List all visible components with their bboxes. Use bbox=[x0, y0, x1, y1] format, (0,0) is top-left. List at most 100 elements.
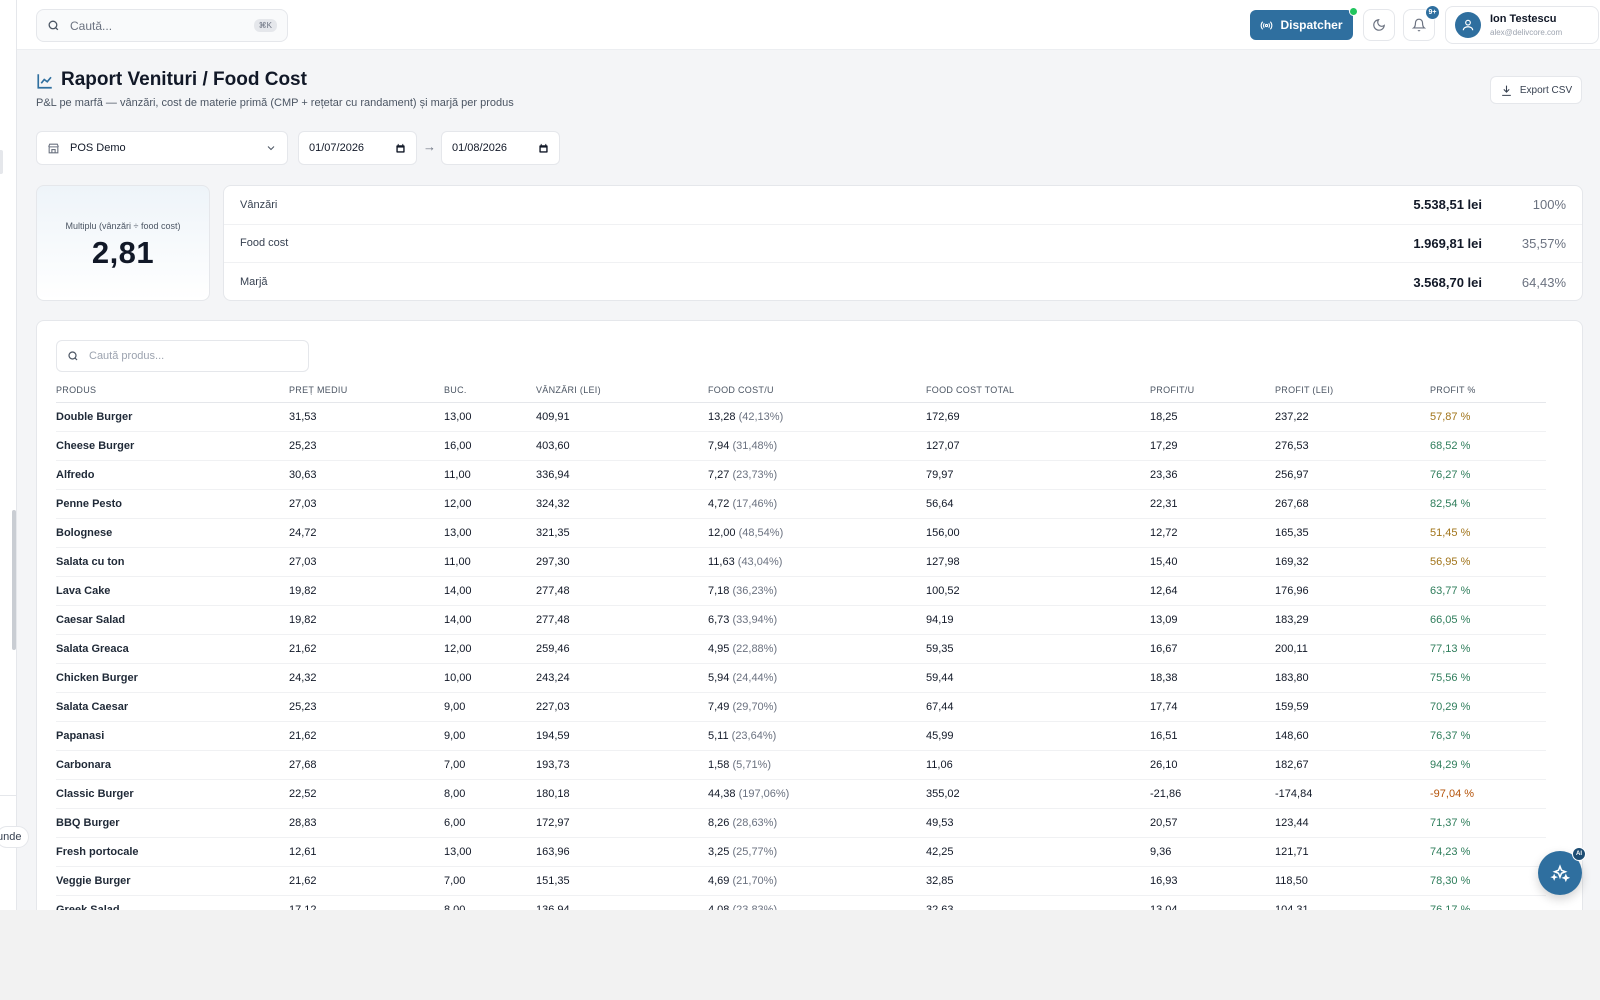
summary-amount: 5.538,51 lei bbox=[1413, 197, 1482, 213]
table-row[interactable]: Alfredo 30,63 11,00 336,94 7,27 (23,73%) 79,9… bbox=[56, 461, 1546, 490]
ai-assistant-button[interactable]: AI bbox=[1538, 847, 1586, 895]
cell-sales: 277,48 bbox=[536, 614, 570, 626]
table-row[interactable]: Carbonara 27,68 7,00 193,73 1,58 (5,71%) 11,0… bbox=[56, 751, 1546, 780]
summary-percent: 35,57% bbox=[1521, 235, 1566, 251]
table-header: PRODUS PREȚ MEDIU BUC. VÂNZĂRI (LEI) FOO… bbox=[56, 383, 1546, 403]
table-row[interactable]: Chicken Burger 24,32 10,00 243,24 5,94 (24,4… bbox=[56, 664, 1546, 693]
cell-profit-percent: 63,77 % bbox=[1430, 585, 1471, 597]
cell-food-cost-unit: 1,58 (5,71%) bbox=[708, 759, 771, 771]
column-header[interactable]: PROFIT/U bbox=[1150, 385, 1194, 395]
pos-select[interactable]: POS Demo bbox=[36, 131, 288, 165]
column-header[interactable]: FOOD COST/U bbox=[708, 385, 774, 395]
cell-food-cost-total: 56,64 bbox=[926, 498, 954, 510]
table-row[interactable]: Veggie Burger 21,62 7,00 151,35 4,69 (21,70%… bbox=[56, 867, 1546, 896]
online-status-dot bbox=[1349, 7, 1358, 16]
user-menu[interactable]: Ion Testescu alex@delivcore.com bbox=[1445, 6, 1599, 44]
table-row[interactable]: Salata Greaca 21,62 12,00 259,46 4,95 (22,88… bbox=[56, 635, 1546, 664]
table-row[interactable]: Papanasi 21,62 9,00 194,59 5,11 (23,64%) 45,9… bbox=[56, 722, 1546, 751]
cell-profit: 148,60 bbox=[1275, 730, 1309, 742]
cell-profit-percent: 66,05 % bbox=[1430, 614, 1471, 626]
export-csv-button[interactable]: Export CSV bbox=[1490, 76, 1582, 104]
cell-qty: 12,00 bbox=[444, 643, 472, 655]
cell-sales: 297,30 bbox=[536, 556, 570, 568]
calendar-icon[interactable] bbox=[538, 143, 549, 154]
table-row[interactable]: Caesar Salad 19,82 14,00 277,48 6,73 (33,94%… bbox=[56, 606, 1546, 635]
moon-icon bbox=[1373, 19, 1385, 31]
sidebar-scrollbar[interactable] bbox=[12, 510, 16, 650]
cell-avg-price: 27,68 bbox=[289, 759, 317, 771]
table-row[interactable]: Cheese Burger 25,23 16,00 403,60 7,94 (31,48… bbox=[56, 432, 1546, 461]
cell-profit-percent: 74,23 % bbox=[1430, 846, 1471, 858]
cell-product: Alfredo bbox=[56, 469, 95, 481]
product-search-input[interactable]: Caută produs... bbox=[56, 340, 309, 372]
cell-sales: 321,35 bbox=[536, 527, 570, 539]
table-row[interactable]: BBQ Burger 28,83 6,00 172,97 8,26 (28,63%) 49… bbox=[56, 809, 1546, 838]
table-row[interactable]: Penne Pesto 27,03 12,00 324,32 4,72 (17,46%)… bbox=[56, 490, 1546, 519]
cell-avg-price: 24,72 bbox=[289, 527, 317, 539]
cell-profit-unit: -21,86 bbox=[1150, 788, 1182, 800]
cell-profit-unit: 18,25 bbox=[1150, 411, 1178, 423]
cell-avg-price: 25,23 bbox=[289, 701, 317, 713]
summary-row-sales: Vânzări 5.538,51 lei 100% bbox=[224, 186, 1582, 225]
food-cost-unit-value: 3,25 bbox=[708, 846, 730, 858]
cell-qty: 9,00 bbox=[444, 701, 466, 713]
cell-food-cost-unit: 8,26 (28,63%) bbox=[708, 817, 777, 829]
user-email: alex@delivcore.com bbox=[1490, 28, 1563, 37]
column-header[interactable]: FOOD COST TOTAL bbox=[926, 385, 1014, 395]
cell-product: Caesar Salad bbox=[56, 614, 126, 626]
cell-profit: 165,35 bbox=[1275, 527, 1309, 539]
user-name: Ion Testescu bbox=[1490, 13, 1557, 25]
page-bottom-area bbox=[0, 910, 1600, 1000]
food-cost-unit-percent: (33,94%) bbox=[732, 614, 778, 626]
summary-label: Marjă bbox=[240, 276, 268, 289]
cell-qty: 11,00 bbox=[444, 469, 471, 481]
column-header[interactable]: PROFIT (LEI) bbox=[1275, 385, 1333, 395]
cell-food-cost-unit: 4,72 (17,46%) bbox=[708, 498, 777, 510]
food-cost-unit-value: 12,00 bbox=[708, 527, 736, 539]
cell-profit: 256,97 bbox=[1275, 469, 1309, 481]
global-search[interactable]: Caută... ⌘K bbox=[36, 9, 288, 42]
cell-food-cost-unit: 11,63 (43,04%) bbox=[708, 556, 782, 568]
pnl-summary: Vânzări 5.538,51 lei 100% Food cost 1.96… bbox=[223, 185, 1583, 301]
table-row[interactable]: Double Burger 31,53 13,00 409,91 13,28 (42,1… bbox=[56, 403, 1546, 432]
cell-food-cost-unit: 7,18 (36,23%) bbox=[708, 585, 777, 597]
column-header[interactable]: PRODUS bbox=[56, 385, 96, 395]
date-from-input[interactable]: 01/07/2026 bbox=[298, 131, 417, 165]
table-row[interactable]: Fresh portocale 12,61 13,00 163,96 3,25 (25,… bbox=[56, 838, 1546, 867]
sparkles-icon bbox=[1550, 864, 1570, 883]
food-cost-unit-percent: (23,73%) bbox=[732, 469, 778, 481]
sidebar-pill[interactable]: unde bbox=[0, 826, 29, 848]
table-row[interactable]: Classic Burger 22,52 8,00 180,18 44,38 (197,… bbox=[56, 780, 1546, 809]
cell-profit-unit: 15,40 bbox=[1150, 556, 1178, 568]
column-header[interactable]: BUC. bbox=[444, 385, 467, 395]
cell-food-cost-total: 11,06 bbox=[926, 759, 953, 771]
table-row[interactable]: Lava Cake 19,82 14,00 277,48 7,18 (36,23%) 10… bbox=[56, 577, 1546, 606]
cell-avg-price: 27,03 bbox=[289, 498, 317, 510]
cell-profit-unit: 16,51 bbox=[1150, 730, 1178, 742]
cell-product: Veggie Burger bbox=[56, 875, 131, 887]
food-cost-unit-value: 44,38 bbox=[708, 788, 736, 800]
cell-sales: 227,03 bbox=[536, 701, 570, 713]
cell-avg-price: 21,62 bbox=[289, 730, 317, 742]
summary-label: Food cost bbox=[240, 237, 289, 250]
table-row[interactable]: Salata cu ton 27,03 11,00 297,30 11,63 (43,0… bbox=[56, 548, 1546, 577]
column-header[interactable]: VÂNZĂRI (LEI) bbox=[536, 385, 601, 395]
cell-profit: 182,67 bbox=[1275, 759, 1309, 771]
table-row[interactable]: Bolognese 24,72 13,00 321,35 12,00 (48,54%) 1… bbox=[56, 519, 1546, 548]
page-subtitle: P&L pe marfă — vânzări, cost de materie … bbox=[36, 97, 514, 109]
calendar-icon[interactable] bbox=[395, 143, 406, 154]
sidebar-divider bbox=[0, 795, 17, 796]
cell-profit-percent: 82,54 % bbox=[1430, 498, 1471, 510]
table-row[interactable]: Salata Caesar 25,23 9,00 227,03 7,49 (29,70%… bbox=[56, 693, 1546, 722]
cell-food-cost-unit: 4,69 (21,70%) bbox=[708, 875, 777, 887]
notifications-button[interactable]: 9+ bbox=[1403, 5, 1440, 41]
cell-avg-price: 30,63 bbox=[289, 469, 317, 481]
date-to-input[interactable]: 01/08/2026 bbox=[441, 131, 560, 165]
column-header[interactable]: PROFIT % bbox=[1430, 385, 1476, 395]
cell-profit-percent: 57,87 % bbox=[1430, 411, 1471, 423]
cell-food-cost-total: 355,02 bbox=[926, 788, 960, 800]
theme-toggle-button[interactable] bbox=[1363, 9, 1395, 41]
date-range-arrow: → bbox=[423, 139, 436, 154]
column-header[interactable]: PREȚ MEDIU bbox=[289, 385, 348, 395]
dispatcher-button[interactable]: Dispatcher bbox=[1250, 7, 1358, 40]
